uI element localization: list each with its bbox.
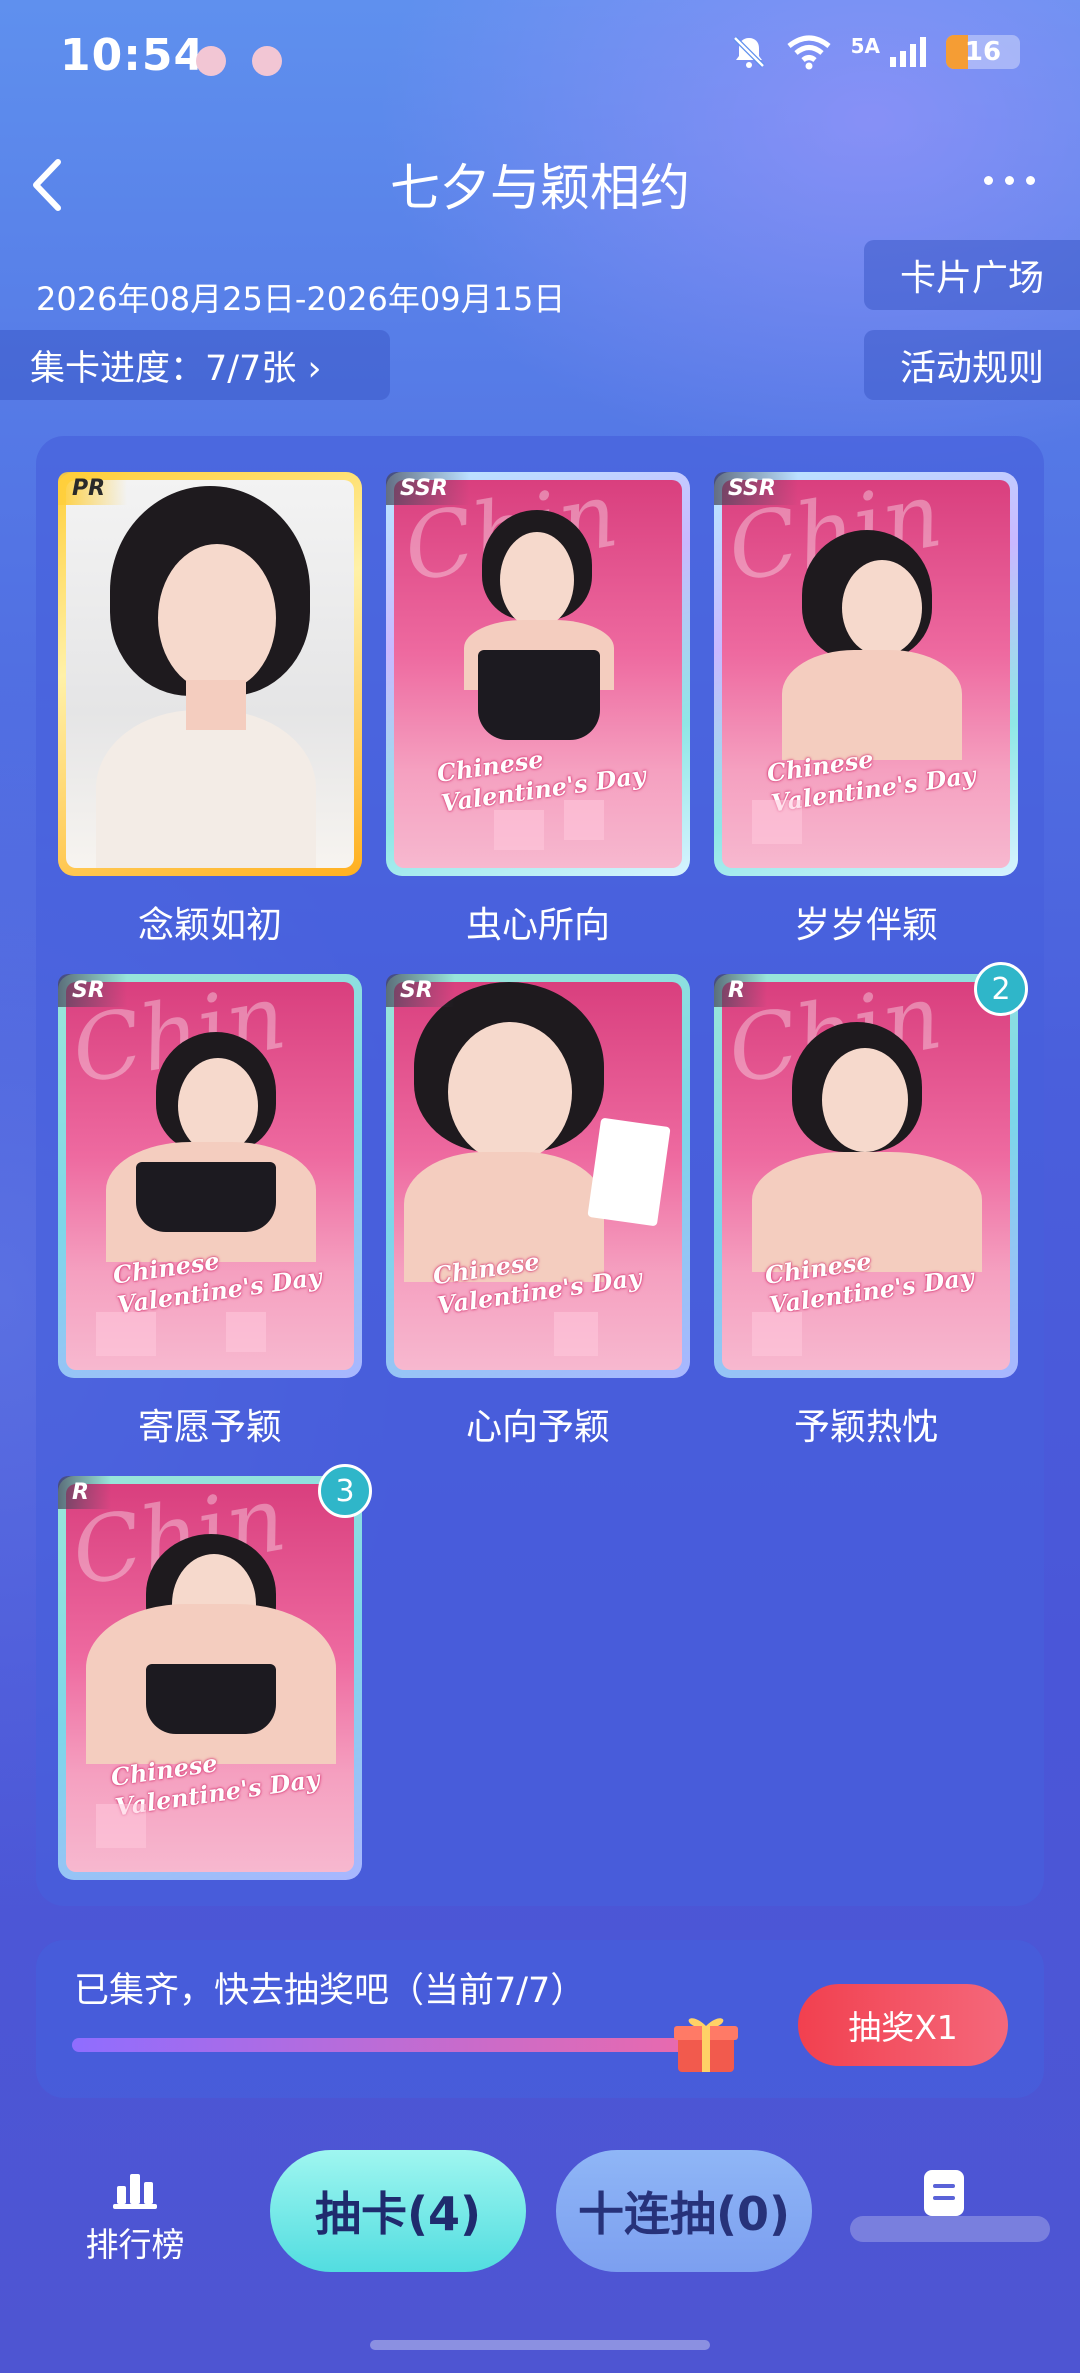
more-options-icon[interactable] — [984, 160, 1054, 200]
card-count-badge: 3 — [318, 1464, 372, 1518]
notification-emoji-icon — [252, 46, 282, 76]
signal-icon — [890, 37, 926, 67]
bell-muted-icon — [732, 36, 765, 68]
ten-draw-button[interactable]: 十连抽(0) — [556, 2150, 812, 2272]
rarity-badge: SSR — [386, 472, 470, 505]
card-item[interactable]: PR — [58, 472, 362, 876]
card-item[interactable]: Chin Chinese Valentine's Day R — [58, 1476, 362, 1880]
rarity-badge: R — [58, 1476, 111, 1509]
rarity-badge: SSR — [714, 472, 798, 505]
gift-box-icon — [674, 2018, 738, 2072]
card-item[interactable]: Chinese Valentine's Day SR — [386, 974, 690, 1378]
draw-card-button[interactable]: 抽卡(4) — [270, 2150, 526, 2272]
card-name: 寄愿予颖 — [137, 1407, 282, 1448]
event-rules-button[interactable]: 活动规则 — [864, 330, 1080, 400]
card-item[interactable]: Chin Chinese Valentine's Day R — [714, 974, 1018, 1378]
notification-emoji-icon — [196, 46, 226, 76]
rarity-badge: SR — [58, 974, 127, 1007]
card-name: 岁岁伴颖 — [793, 905, 938, 946]
rarity-badge: PR — [58, 472, 128, 505]
card-name: 予颖热忱 — [793, 1407, 938, 1448]
battery-icon: 16 — [946, 35, 1020, 69]
signal-type: 5A — [850, 34, 880, 58]
status-time: 10:54 — [60, 30, 206, 81]
page-title: 七夕与颖相约 — [390, 159, 690, 217]
card-item[interactable]: Chin Chinese Valentine's Day SR — [58, 974, 362, 1378]
card-portrait: Chin Chinese Valentine's Day — [722, 480, 1010, 868]
lottery-status-text: 已集齐，快去抽奖吧（当前7/7） — [74, 1971, 586, 2011]
card-count-badge: 2 — [974, 962, 1028, 1016]
card-portrait: Chin Chinese Valentine's Day — [394, 480, 682, 868]
card-portrait: Chin Chinese Valentine's Day — [66, 1484, 354, 1872]
rarity-badge: R — [714, 974, 767, 1007]
event-date-range: 2026年08月25日-2026年09月15日 — [36, 280, 566, 318]
home-indicator — [370, 2340, 710, 2350]
card-name: 心向予颖 — [465, 1407, 610, 1448]
record-document-icon[interactable] — [924, 2170, 964, 2216]
watermark — [850, 2216, 1050, 2242]
lottery-button[interactable]: 抽奖X1 — [798, 1984, 1008, 2066]
ranking-tab[interactable]: 排行榜 — [70, 2170, 200, 2266]
collection-progress-link[interactable]: 集卡进度：7/7张 › — [0, 330, 390, 400]
status-icons: 5A 16 — [731, 34, 1020, 70]
bar-chart-icon — [113, 2174, 157, 2209]
wifi-icon — [787, 35, 831, 70]
collection-progress-bar — [72, 2038, 732, 2052]
card-portrait — [66, 480, 354, 868]
card-item[interactable]: Chin Chinese Valentine's Day SSR — [714, 472, 1018, 876]
card-plaza-button[interactable]: 卡片广场 — [864, 240, 1080, 310]
rarity-badge: SR — [386, 974, 455, 1007]
battery-level: 16 — [964, 37, 1002, 67]
card-portrait: Chin Chinese Valentine's Day — [66, 982, 354, 1370]
card-portrait: Chin Chinese Valentine's Day — [722, 982, 1010, 1370]
card-item[interactable]: Chin Chinese Valentine's Day SSR — [386, 472, 690, 876]
card-name: 念颖如初 — [137, 905, 282, 946]
card-name: 虫心所向 — [465, 905, 610, 946]
ranking-label: 排行榜 — [85, 2225, 185, 2264]
card-portrait: Chinese Valentine's Day — [394, 982, 682, 1370]
